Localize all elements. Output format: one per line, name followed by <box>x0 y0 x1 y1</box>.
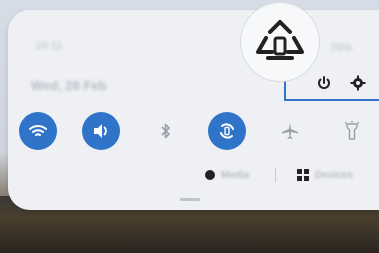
wifi-toggle[interactable] <box>19 112 57 150</box>
auto-rotate-toggle[interactable] <box>208 112 246 150</box>
speaker-icon <box>94 124 107 138</box>
gear-icon[interactable] <box>350 75 366 91</box>
airplane-icon <box>282 123 298 139</box>
media-label: Media <box>221 169 250 181</box>
media-icon <box>205 170 215 180</box>
devices-label: Devices <box>315 169 353 181</box>
callout-line <box>284 80 286 101</box>
callout-bubble <box>240 2 320 82</box>
power-icon[interactable] <box>316 75 332 91</box>
screen-rotate-icon <box>256 20 304 60</box>
bluetooth-toggle[interactable] <box>147 112 185 150</box>
sound-toggle[interactable] <box>82 112 120 150</box>
status-battery: 76% <box>330 42 353 54</box>
flashlight-icon <box>344 121 360 140</box>
media-button[interactable]: Media <box>205 167 249 183</box>
grid-icon <box>297 169 309 181</box>
devices-button[interactable]: Devices <box>297 167 353 183</box>
rotate-icon <box>220 123 234 139</box>
airplane-toggle[interactable] <box>271 112 309 150</box>
bluetooth-icon <box>161 123 170 139</box>
status-time: 10:11 <box>35 40 63 52</box>
panel-drag-handle[interactable] <box>180 198 200 201</box>
divider <box>275 168 276 182</box>
wifi-icon <box>29 125 47 136</box>
callout-line <box>284 99 379 101</box>
status-date: Wed, 28 Feb <box>31 78 107 93</box>
panel-header-actions <box>316 75 376 95</box>
flashlight-toggle[interactable] <box>333 112 371 150</box>
